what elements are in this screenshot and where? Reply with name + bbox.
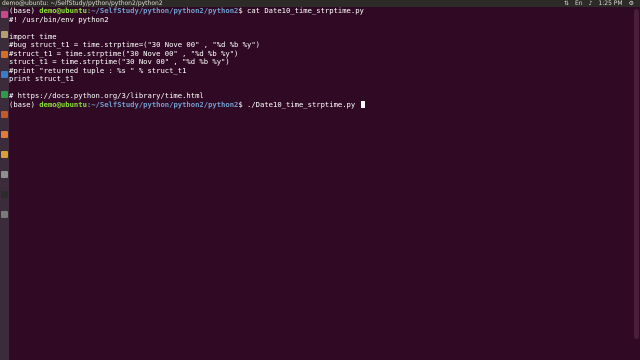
system-tray: ⇅ En ♪ 1:25 PM ⚙ — [564, 0, 634, 7]
output-line: #! /usr/bin/env python2 — [9, 14, 628, 25]
calc-icon[interactable] — [1, 91, 8, 98]
impress-icon[interactable] — [1, 111, 8, 118]
output-line: #print "returned tuple : %s " % struct_t… — [9, 66, 628, 76]
trash-icon[interactable] — [1, 211, 8, 218]
text-cursor — [360, 100, 365, 108]
conda-env: (base) — [9, 99, 40, 109]
network-icon[interactable]: ⇅ — [564, 0, 569, 7]
writer-icon[interactable] — [1, 71, 8, 78]
scrollbar[interactable] — [630, 7, 640, 360]
settings-icon[interactable] — [1, 171, 8, 178]
terminal-window[interactable]: (base) demo@ubuntu:~/SelfStudy/python/py… — [9, 6, 640, 360]
prompt-user: demo@ubuntu — [39, 99, 87, 109]
clock[interactable]: 1:25 PM — [598, 0, 622, 7]
prompt-path: :~/SelfStudy/python/python2/python2 — [86, 99, 239, 109]
power-icon[interactable]: ⚙ — [629, 0, 634, 7]
keyboard-icon[interactable]: En — [575, 0, 583, 7]
amazon-icon[interactable] — [1, 151, 8, 158]
dash-icon[interactable] — [1, 11, 8, 18]
output-text: print struct_t1 — [9, 74, 74, 83]
launcher — [0, 7, 9, 360]
terminal-icon[interactable] — [1, 191, 8, 198]
software-icon[interactable] — [1, 131, 8, 138]
output-line: print struct_t1 — [9, 74, 628, 84]
output-text: #! /usr/bin/env python2 — [9, 14, 109, 24]
firefox-icon[interactable] — [1, 51, 8, 58]
terminal-output[interactable]: (base) demo@ubuntu:~/SelfStudy/python/py… — [9, 6, 628, 360]
prompt-line: (base) demo@ubuntu:~/SelfStudy/python/py… — [9, 99, 628, 110]
scrollbar-thumb[interactable] — [634, 9, 639, 339]
command-text: $ ./Date10_time_strptime.py — [238, 99, 360, 109]
prompt-path: :~/SelfStudy/python/python2/python2 — [86, 6, 239, 15]
volume-icon[interactable]: ♪ — [589, 0, 593, 7]
command-text: $ cat Date10_time_strptime.py — [238, 6, 364, 15]
files-icon[interactable] — [1, 31, 8, 38]
